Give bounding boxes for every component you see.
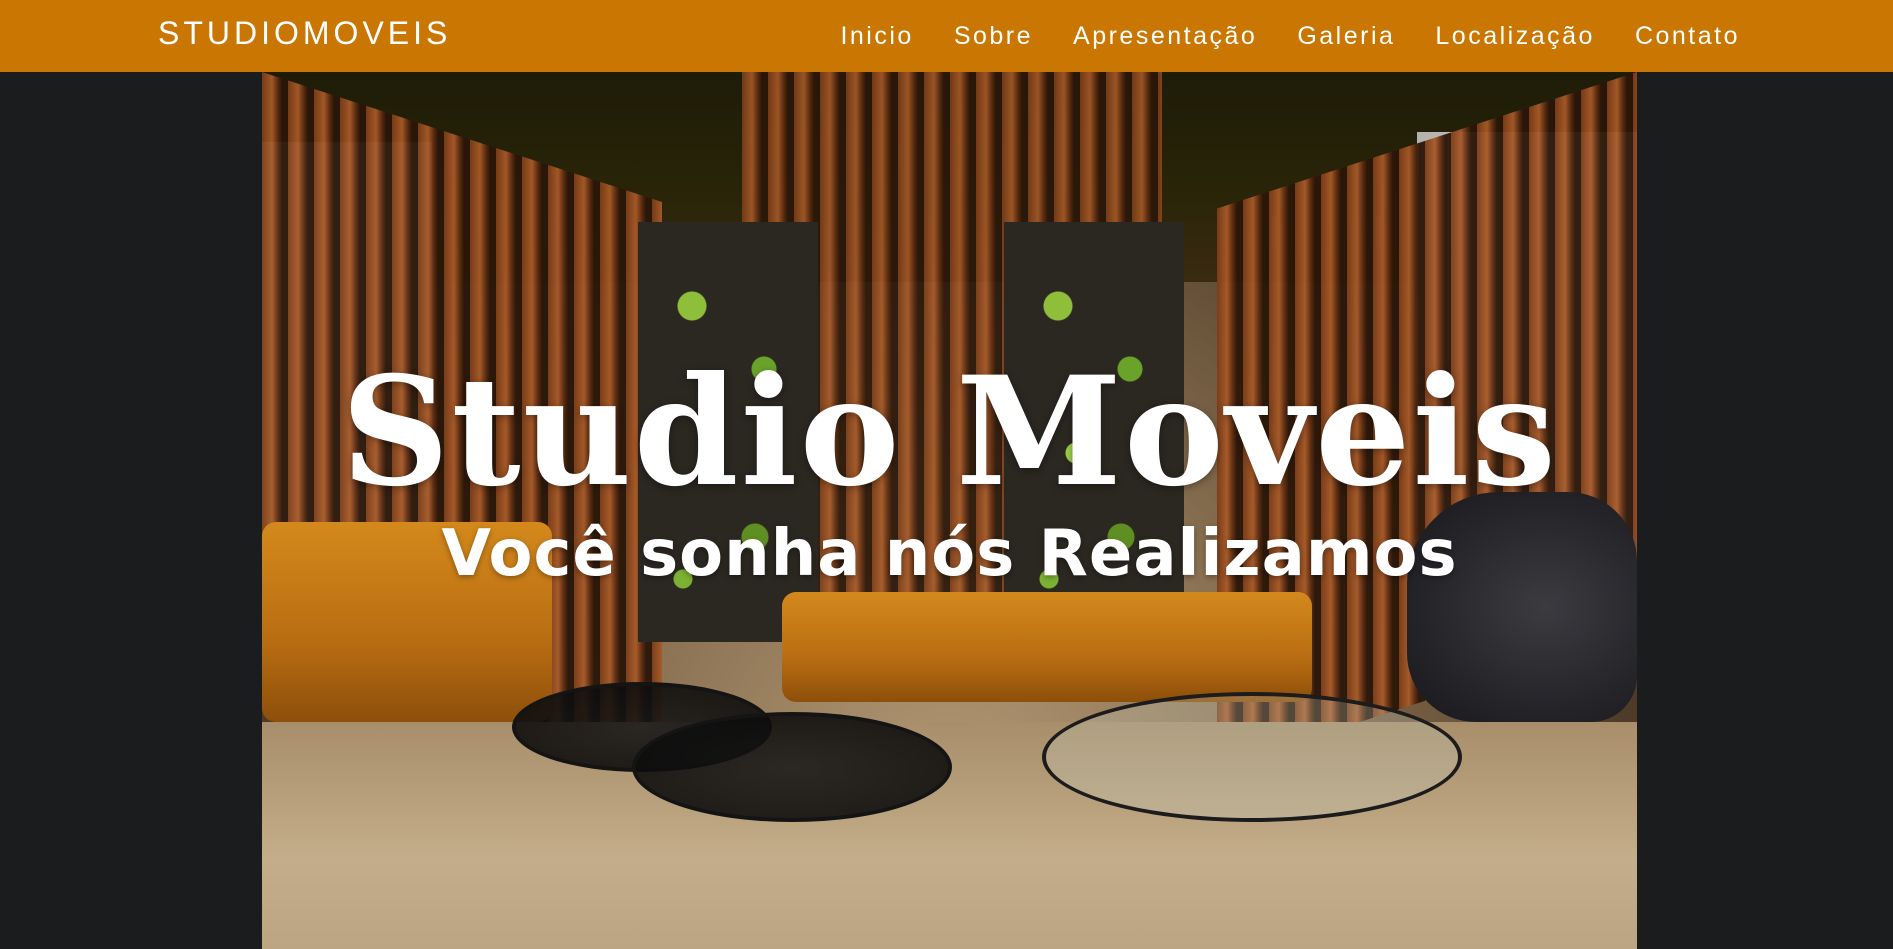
hero-subtitle: Você sonha nós Realizamos (441, 517, 1458, 591)
brand-logo-link[interactable]: STUDIOMOVEIS (158, 15, 451, 52)
nav-link-localizacao[interactable]: Localização (1435, 22, 1595, 51)
hero-photo-sofa-center (782, 592, 1312, 702)
nav-link-inicio[interactable]: Inicio (840, 22, 913, 51)
nav-link-galeria[interactable]: Galeria (1297, 22, 1395, 51)
nav-menu: Inicio Sobre Apresentação Galeria Locali… (840, 0, 1740, 72)
nav-link-apresentacao[interactable]: Apresentação (1073, 22, 1257, 51)
hero-banner: Studio Moveis Você sonha nós Realizamos (262, 72, 1637, 949)
hero-photo-coffee-table-large (632, 712, 952, 822)
hero-title: Studio Moveis (341, 344, 1558, 520)
navbar: STUDIOMOVEIS Inicio Sobre Apresentação G… (0, 0, 1893, 72)
nav-link-contato[interactable]: Contato (1635, 22, 1740, 51)
nav-link-sobre[interactable]: Sobre (954, 22, 1033, 51)
hero-photo-glass-table (1042, 692, 1462, 822)
